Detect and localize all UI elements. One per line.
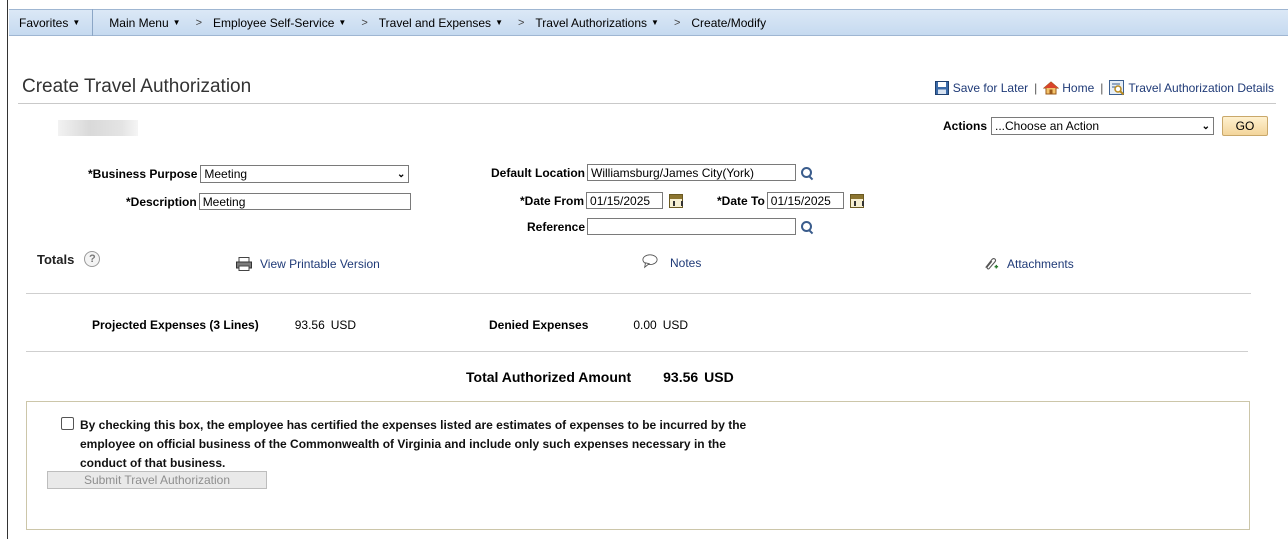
breadcrumb-arrow-icon: >	[195, 16, 203, 29]
breadcrumb-label: Travel Authorizations	[535, 15, 648, 30]
reference-row: Reference	[527, 218, 814, 235]
totals-label: Totals	[37, 251, 75, 267]
breadcrumb-label: Create/Modify	[691, 15, 767, 30]
total-authorized-label: Total Authorized Amount	[466, 369, 632, 385]
attachments-link[interactable]: Attachments	[983, 256, 1074, 272]
home-icon	[1043, 80, 1060, 96]
breadcrumb-create-modify[interactable]: Create/Modify	[685, 16, 772, 30]
breadcrumb-arrow-icon: >	[361, 16, 368, 29]
business-purpose-value: Meeting	[204, 167, 248, 181]
certification-panel: By checking this box, the employee has c…	[26, 401, 1250, 530]
calendar-icon[interactable]	[669, 193, 684, 208]
printer-icon	[236, 256, 252, 272]
business-purpose-label: *Business Purpose	[88, 167, 198, 181]
business-purpose-select[interactable]: Meeting ⌄	[200, 165, 410, 183]
certification-text: By checking this box, the employee has c…	[80, 418, 747, 470]
projected-expenses-label: Projected Expenses (3 Lines)	[92, 318, 259, 332]
main-menu[interactable]: Main Menu ▼	[103, 16, 186, 30]
actions-select[interactable]: ...Choose an Action ⌄	[991, 117, 1215, 135]
breadcrumb-arrow-icon: >	[517, 16, 525, 29]
date-from-row: *Date From 01/15/2025	[520, 192, 684, 209]
denied-expenses-label: Denied Expenses	[489, 318, 589, 332]
total-authorized-amount-row: Total Authorized Amount 93.56 USD	[466, 369, 734, 385]
save-for-later-link[interactable]: Save for Later	[934, 80, 1028, 96]
view-printable-label: View Printable Version	[260, 257, 380, 271]
actions-selected-value: ...Choose an Action	[995, 119, 1100, 133]
reference-input[interactable]	[587, 218, 797, 235]
calendar-icon[interactable]	[849, 193, 864, 208]
divider	[26, 351, 1248, 352]
details-magnifier-icon	[1109, 80, 1125, 96]
notes-label: Notes	[670, 256, 702, 270]
save-for-later-label: Save for Later	[952, 81, 1029, 95]
help-icon[interactable]: ?	[84, 251, 101, 267]
reference-label: Reference	[527, 219, 586, 234]
total-authorized-value: 93.56	[663, 369, 699, 385]
breadcrumb-arrow-icon: >	[673, 16, 681, 29]
notes-link[interactable]: Notes	[642, 252, 701, 270]
title-divider	[18, 103, 1276, 104]
save-icon	[934, 80, 950, 96]
submit-travel-authorization-button[interactable]: Submit Travel Authorization	[47, 471, 267, 489]
date-to-label: *Date To	[717, 193, 765, 208]
divider	[26, 293, 1251, 294]
paperclip-add-icon	[983, 256, 999, 272]
projected-expenses-row: Projected Expenses (3 Lines) 93.56 USD	[92, 318, 356, 332]
business-purpose-row: *Business Purpose Meeting ⌄	[88, 165, 410, 183]
chevron-down-icon: ⌄	[1201, 120, 1211, 132]
home-link[interactable]: Home	[1043, 80, 1094, 96]
window-left-border	[0, 0, 8, 539]
denied-expenses-value: 0.00	[633, 318, 657, 332]
date-from-input[interactable]: 01/15/2025	[586, 192, 664, 209]
breadcrumb-travel-authorizations[interactable]: Travel Authorizations ▼	[529, 16, 665, 30]
lookup-search-icon[interactable]	[800, 220, 814, 234]
caret-down-icon: ▼	[495, 18, 503, 27]
certification-checkbox[interactable]	[61, 417, 74, 430]
default-location-row: Default Location Williamsburg/James City…	[491, 164, 814, 181]
description-label: *Description	[126, 194, 197, 209]
page-title: Create Travel Authorization	[22, 76, 252, 97]
actions-bar: Actions ...Choose an Action ⌄ GO	[943, 116, 1269, 136]
date-from-label: *Date From	[520, 193, 585, 208]
speech-bubble-icon	[642, 253, 658, 269]
redacted-employee-name	[58, 120, 138, 136]
attachments-label: Attachments	[1007, 257, 1074, 271]
projected-expenses-value: 93.56	[294, 318, 325, 332]
view-printable-version-link[interactable]: View Printable Version	[236, 256, 380, 272]
description-row: *Description Meeting	[126, 193, 411, 210]
link-separator: |	[1100, 81, 1104, 95]
favorites-menu[interactable]: Favorites ▼	[9, 16, 86, 30]
breadcrumb-label: Travel and Expenses	[378, 15, 492, 30]
caret-down-icon: ▼	[651, 18, 659, 27]
description-input[interactable]: Meeting	[198, 193, 411, 210]
totals-heading: Totals ?	[37, 251, 101, 267]
denied-expenses-row: Denied Expenses 0.00 USD	[489, 318, 688, 332]
travel-authorization-details-link[interactable]: Travel Authorization Details	[1109, 80, 1274, 96]
home-label: Home	[1062, 81, 1095, 95]
navigation-bar: Favorites ▼ Main Menu ▼ > Employee Self-…	[9, 9, 1288, 36]
nav-divider	[92, 9, 94, 36]
lookup-search-icon[interactable]	[800, 166, 814, 180]
main-menu-label: Main Menu	[109, 15, 169, 30]
breadcrumb-travel-and-expenses[interactable]: Travel and Expenses ▼	[373, 16, 509, 30]
projected-expenses-currency: USD	[330, 318, 357, 332]
date-to-input[interactable]: 01/15/2025	[766, 192, 844, 209]
caret-down-icon: ▼	[172, 18, 181, 27]
default-location-label: Default Location	[491, 165, 586, 180]
date-to-row: *Date To 01/15/2025	[717, 192, 864, 209]
chevron-down-icon: ⌄	[396, 168, 406, 180]
go-button[interactable]: GO	[1222, 116, 1269, 136]
header-links: Save for Later | Home | Travel Authoriza…	[934, 80, 1274, 96]
favorites-label: Favorites	[19, 15, 69, 30]
total-authorized-currency: USD	[704, 369, 734, 385]
link-separator: |	[1034, 81, 1038, 95]
details-label: Travel Authorization Details	[1128, 81, 1274, 95]
default-location-input[interactable]: Williamsburg/James City(York)	[587, 164, 797, 181]
caret-down-icon: ▼	[72, 18, 81, 27]
caret-down-icon: ▼	[338, 18, 347, 27]
denied-expenses-currency: USD	[662, 318, 689, 332]
actions-label: Actions	[943, 119, 988, 133]
breadcrumb-employee-self-service[interactable]: Employee Self-Service ▼	[207, 16, 352, 30]
breadcrumb-label: Employee Self-Service	[213, 15, 335, 30]
